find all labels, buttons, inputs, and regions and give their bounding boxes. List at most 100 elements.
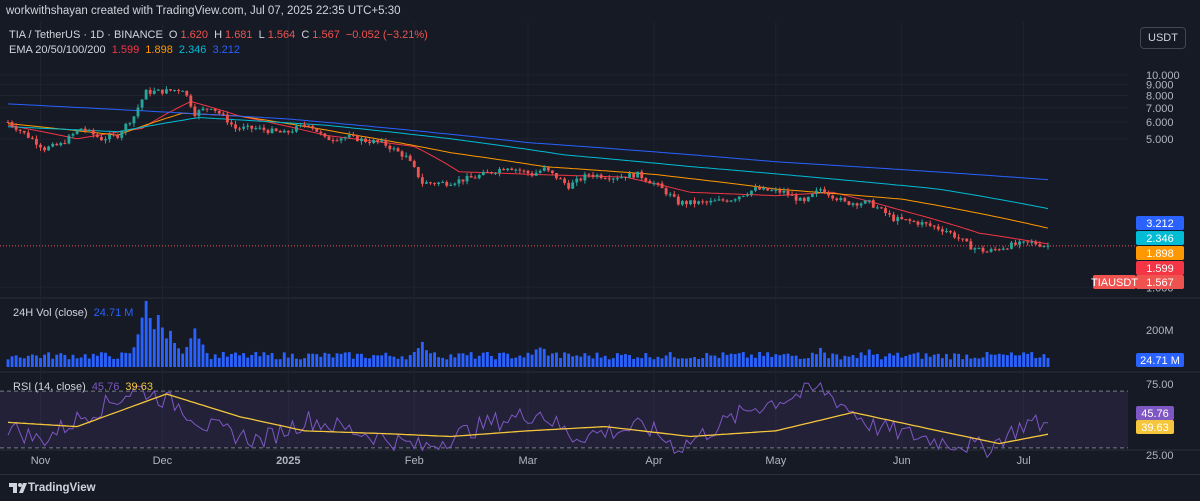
candle-down xyxy=(924,222,928,224)
candle-down xyxy=(22,130,26,133)
x-tick-label: May xyxy=(765,455,786,467)
chart-svg[interactable]: Nov Dec 2025 Feb Mar Apr May Jun Jul10.0009.0008… xyxy=(0,22,1200,474)
volume-bar xyxy=(165,338,168,367)
volume-bar xyxy=(928,356,932,367)
volume-bar xyxy=(762,355,766,367)
volume-bar xyxy=(376,355,380,367)
candle-up xyxy=(542,167,546,171)
candle-up xyxy=(47,146,51,151)
volume-bar xyxy=(766,352,770,367)
candle-up xyxy=(360,138,363,142)
candle-down xyxy=(1014,242,1017,245)
volume-bar xyxy=(449,354,453,367)
volume-bar xyxy=(1038,357,1042,367)
chart-area[interactable]: Nov Dec 2025 Feb Mar Apr May Jun Jul 10.000 9.000 8… xyxy=(0,22,1200,474)
price-axis-label: 3.212 xyxy=(1146,218,1174,230)
candle-down xyxy=(587,174,591,176)
candle-up xyxy=(299,124,302,127)
volume-bar xyxy=(628,354,631,367)
candle-down xyxy=(518,169,522,171)
candle-down xyxy=(319,131,323,134)
volume-bar xyxy=(644,353,648,367)
volume-bar xyxy=(924,353,928,367)
volume-bar xyxy=(461,353,465,367)
volume-bar xyxy=(559,357,562,367)
candle-up xyxy=(737,196,741,200)
candle-down xyxy=(550,170,554,173)
volume-label: 24H Vol (close) xyxy=(13,307,88,319)
volume-bar xyxy=(920,358,924,367)
attribution-bar: workwithshayan created with TradingView.… xyxy=(0,0,1200,22)
candle-up xyxy=(729,200,733,202)
candle-down xyxy=(603,178,607,180)
volume-bar xyxy=(900,357,904,367)
candle-down xyxy=(888,213,891,215)
volume-bar xyxy=(701,358,705,367)
volume-bar xyxy=(22,358,26,367)
volume-bar xyxy=(445,359,449,367)
candle-down xyxy=(981,247,985,252)
candle-up xyxy=(1001,248,1005,250)
volume-bar xyxy=(39,358,42,367)
volume-bar xyxy=(595,352,599,367)
candle-down xyxy=(63,143,67,145)
candle-up xyxy=(156,89,160,91)
volume-bar xyxy=(160,327,164,367)
candle-down xyxy=(949,231,952,233)
candle-up xyxy=(441,182,445,184)
candle-down xyxy=(225,114,229,123)
volume-bar xyxy=(238,355,241,367)
candle-down xyxy=(364,138,367,142)
volume-bar xyxy=(745,357,749,367)
candle-up xyxy=(270,128,274,134)
volume-bar xyxy=(132,347,136,367)
candle-down xyxy=(177,89,181,91)
volume-bar xyxy=(1001,354,1005,367)
candle-up xyxy=(534,172,538,176)
volume-bar xyxy=(43,354,46,367)
volume-bar xyxy=(429,353,432,367)
candle-up xyxy=(124,123,128,132)
volume-bar xyxy=(778,355,782,367)
volume-bar xyxy=(100,352,103,367)
candle-down xyxy=(238,128,241,130)
candle-up xyxy=(140,99,144,108)
candle-up xyxy=(108,134,111,140)
volume-bar xyxy=(648,357,652,367)
candle-up xyxy=(173,89,176,91)
volume-bar xyxy=(583,353,587,367)
volume-bar xyxy=(6,359,10,367)
volume-bar xyxy=(364,357,367,367)
volume-bar xyxy=(656,356,660,367)
volume-bar xyxy=(63,354,67,367)
candle-down xyxy=(10,122,14,127)
volume-bar xyxy=(888,353,891,367)
candle-up xyxy=(798,197,802,201)
ema100-value: 2.346 xyxy=(178,44,207,56)
volume-bar xyxy=(83,354,87,367)
candle-down xyxy=(892,214,896,222)
candle-down xyxy=(490,172,493,174)
x-tick-label: Mar xyxy=(519,455,538,467)
candle-down xyxy=(957,237,961,239)
volume-bar xyxy=(116,358,120,367)
candle-up xyxy=(197,110,201,116)
volume-bar xyxy=(741,352,745,367)
rsi-ma-value: 39.63 xyxy=(125,381,153,393)
candle-down xyxy=(250,125,254,129)
candle-down xyxy=(985,251,989,253)
volume-bar xyxy=(750,354,753,367)
candle-down xyxy=(802,197,806,202)
candle-down xyxy=(1034,241,1038,245)
candle-up xyxy=(806,196,810,202)
volume-bar xyxy=(989,354,993,367)
candle-down xyxy=(307,125,311,127)
candle-down xyxy=(327,136,331,141)
volume-bar xyxy=(75,358,79,367)
candle-up xyxy=(875,207,879,209)
candle-down xyxy=(993,249,997,251)
currency-button[interactable]: USDT xyxy=(1140,27,1186,49)
candle-down xyxy=(39,144,42,148)
candle-down xyxy=(376,140,380,142)
candle-down xyxy=(148,89,152,94)
